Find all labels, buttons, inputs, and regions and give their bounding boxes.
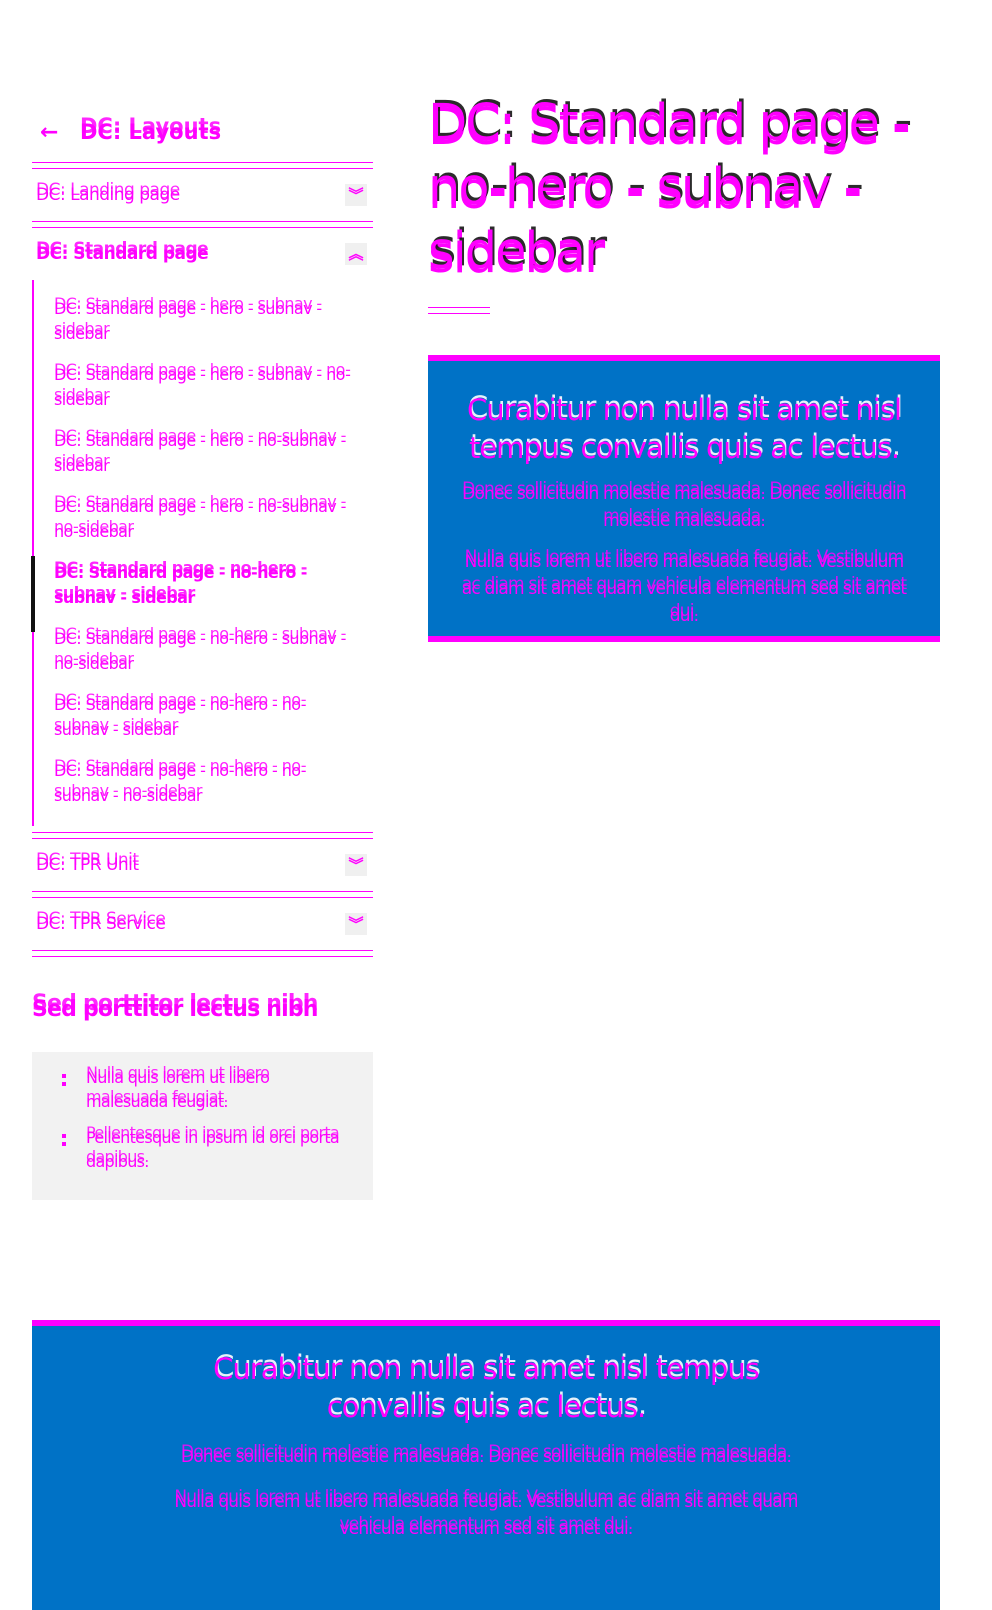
list-item: Nulla quis lorem ut libero malesuada feu… (60, 1066, 355, 1114)
subnav-item[interactable]: DC: Standard page - hero - subnav - no-s… (34, 354, 373, 420)
page-title: DC: Standard page - no-hero - subnav - s… (428, 94, 911, 281)
divider (32, 221, 373, 228)
accordion-title: DC: TPR Service (36, 914, 166, 934)
footer-callout-panel: Curabitur non nulla sit amet nisl tempus… (32, 1320, 940, 1610)
callout-text: Donec sollicitudin molestie malesuada. D… (462, 484, 906, 531)
footer-callout-heading: Curabitur non nulla sit amet nisl tempus… (213, 1352, 760, 1424)
callout-panel: Curabitur non nulla sit amet nisl tempus… (428, 355, 940, 642)
chevrons-down-icon[interactable]: ︾ (345, 854, 367, 876)
accordion-landing-page[interactable]: DC: Landing page ︾ (32, 169, 373, 221)
divider (32, 891, 373, 898)
footer-callout-text: Nulla quis lorem ut libero malesuada feu… (174, 1492, 798, 1539)
divider (32, 162, 373, 169)
subnav-item[interactable]: DC: Standard page - no-hero - subnav - n… (34, 618, 373, 684)
subnav-item[interactable]: DC: Standard page - hero - subnav - side… (34, 288, 373, 354)
footer-callout-text: Donec sollicitudin molestie malesuada. D… (180, 1447, 792, 1467)
list-item: Pellentesque in ipsum id orci porta dapi… (60, 1126, 355, 1174)
accordion-tpr-service[interactable]: DC: TPR Service ︾ (32, 898, 373, 950)
accordion-standard-page[interactable]: DC: Standard page ︽ (32, 228, 373, 280)
subnav-item[interactable]: DC: Standard page - no-hero - no-subnav … (34, 684, 373, 750)
accordion-tpr-unit[interactable]: DC: TPR Unit ︾ (32, 839, 373, 891)
subnav-item[interactable]: DC: Standard page - no-hero - no-subnav … (34, 750, 373, 816)
divider (32, 950, 373, 957)
back-link-label: DC: Layouts (80, 120, 222, 144)
callout-heading: Curabitur non nulla sit amet nisl tempus… (466, 393, 902, 465)
subnav-item-active[interactable]: DC: Standard page - no-hero - subnav - s… (31, 552, 373, 632)
back-link[interactable]: ← DC: Layouts (32, 112, 373, 152)
subnav-item[interactable]: DC: Standard page - hero - no-subnav - n… (34, 486, 373, 552)
sidebar-box-list: Nulla quis lorem ut libero malesuada feu… (60, 1066, 355, 1174)
sidebar-box: Nulla quis lorem ut libero malesuada feu… (32, 1052, 373, 1200)
sidebar-heading: Sed porttitor lectus nibh (32, 997, 318, 1022)
accordion-title: DC: TPR Unit (36, 855, 139, 875)
chevrons-up-icon[interactable]: ︽ (345, 243, 367, 265)
chevrons-down-icon[interactable]: ︾ (345, 913, 367, 935)
accordion-title: DC: Landing page (36, 185, 180, 205)
callout-text: Nulla quis lorem ut libero malesuada feu… (461, 552, 907, 626)
accordion-title: DC: Standard page (36, 244, 209, 264)
arrow-left-icon: ← (40, 119, 59, 145)
subnav-list: DC: Standard page - hero - subnav - side… (31, 280, 373, 826)
sidebar: ← DC: Layouts DC: Landing page ︾ DC: Sta… (31, 112, 373, 1200)
chevrons-down-icon[interactable]: ︾ (345, 184, 367, 206)
divider (32, 832, 373, 839)
title-divider (428, 307, 490, 314)
subnav-item[interactable]: DC: Standard page - hero - no-subnav - s… (34, 420, 373, 486)
